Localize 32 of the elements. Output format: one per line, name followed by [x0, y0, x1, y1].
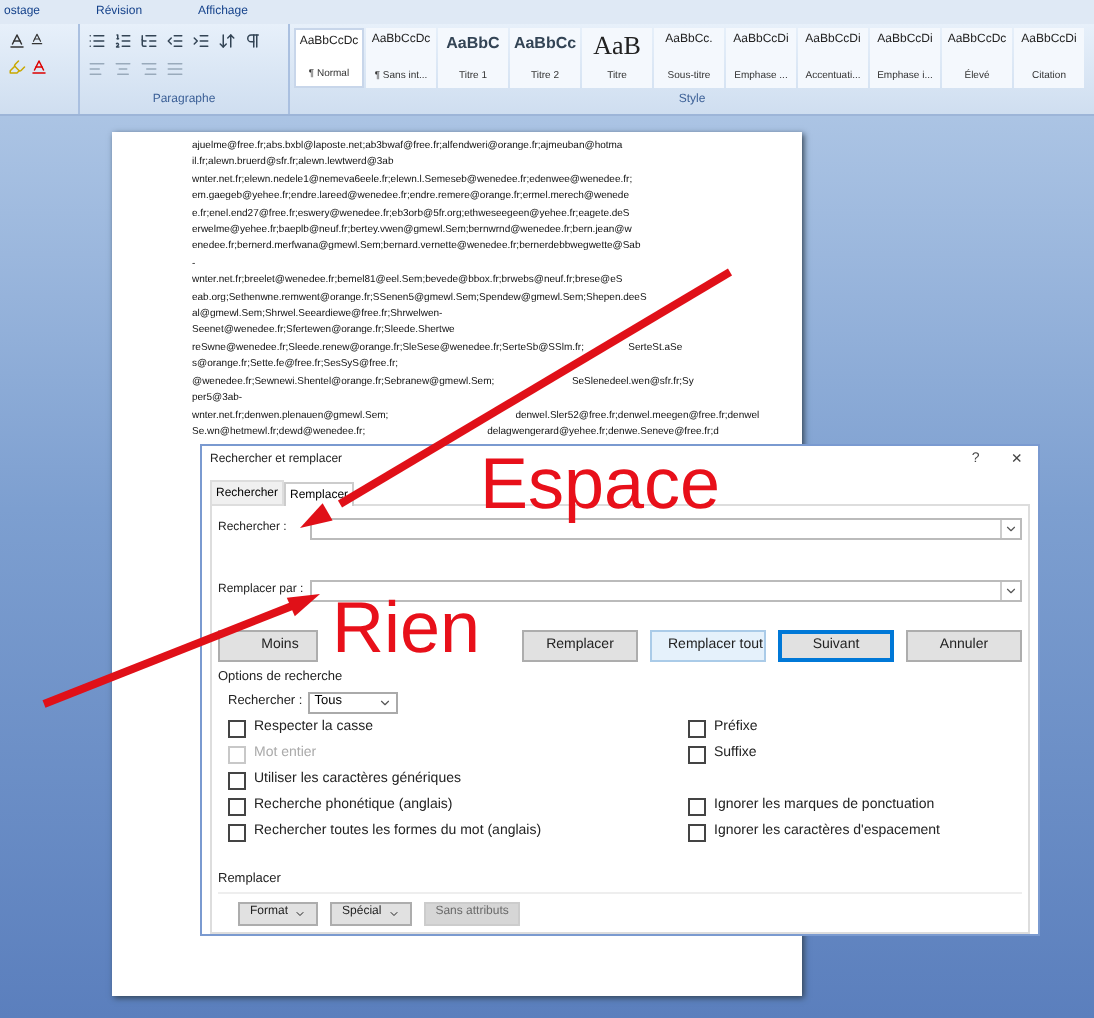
annotation-text: Rien [332, 592, 481, 664]
font-color-icon[interactable] [30, 58, 48, 76]
checkbox[interactable] [228, 823, 246, 842]
paragraph-tool-icon[interactable] [192, 32, 210, 50]
checkbox[interactable] [688, 745, 706, 764]
input-field[interactable] [310, 580, 1022, 602]
dropdown-button[interactable] [1000, 582, 1020, 600]
checkbox[interactable] [688, 719, 706, 738]
checkbox[interactable] [228, 719, 246, 738]
chevron-icon [1004, 522, 1018, 536]
chevron-icon [378, 695, 393, 710]
checkbox[interactable] [688, 823, 706, 842]
style-preview: AaBbCc [513, 32, 577, 56]
paragraph-tool-icon[interactable] [218, 32, 236, 50]
caret-icon [387, 907, 400, 919]
paragraph-tool-icon[interactable] [140, 32, 158, 50]
caret-icon [294, 907, 307, 919]
style-preview: AaB [593, 32, 641, 58]
checkbox[interactable] [228, 797, 246, 816]
paragraph-tool-icon[interactable] [244, 32, 262, 50]
chevron-icon [1004, 584, 1018, 598]
checkbox[interactable] [688, 797, 706, 816]
paragraph-tool-icon[interactable] [114, 32, 132, 50]
font-size-icon[interactable] [8, 32, 26, 50]
dropdown-button[interactable] [1000, 520, 1020, 538]
paragraph-tool-icon[interactable] [166, 32, 184, 50]
font-size-icon[interactable] [30, 32, 44, 46]
checkbox[interactable] [228, 771, 246, 790]
close-button[interactable]: × [1011, 446, 1022, 474]
paragraph-tool-icon[interactable] [88, 32, 106, 50]
annotation-text: Espace [480, 448, 721, 520]
style-preview: AaBbC [446, 32, 500, 56]
